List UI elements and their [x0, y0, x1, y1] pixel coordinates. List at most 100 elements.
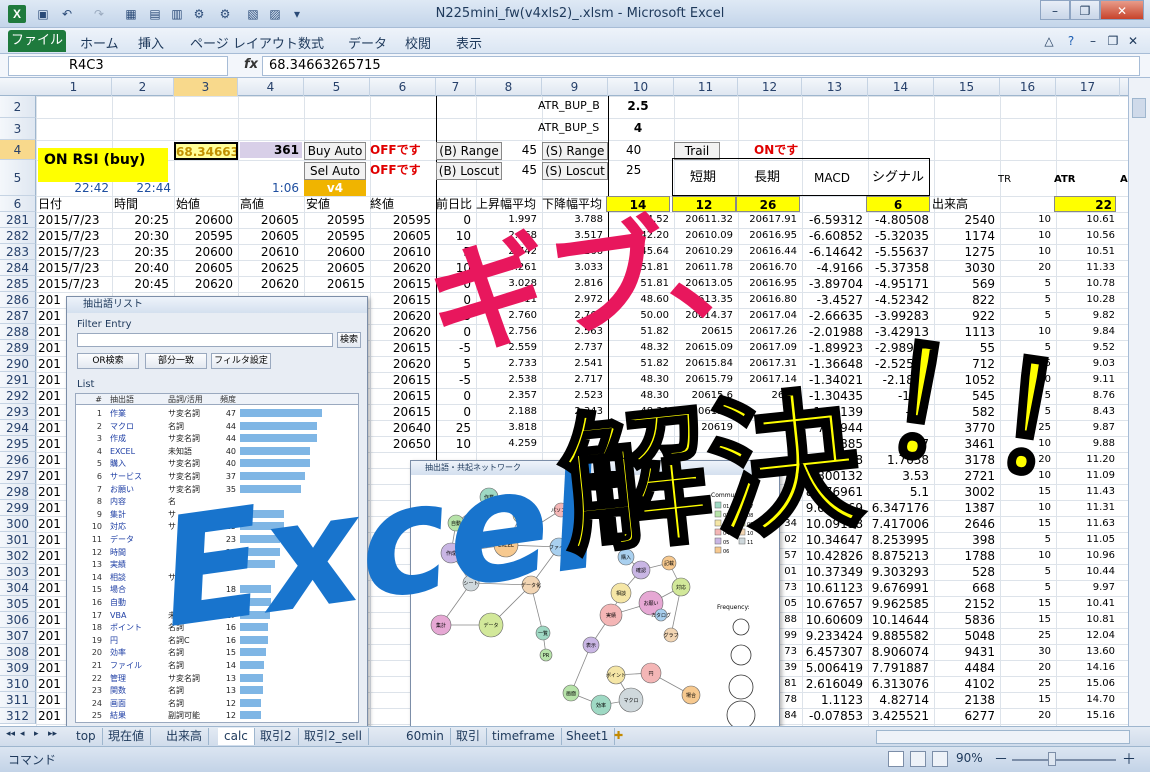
tab-home[interactable]: ホーム: [80, 33, 119, 52]
sheet-nav-icon[interactable]: ▸: [34, 729, 39, 739]
cell-sig[interactable]: -4.80508: [870, 212, 932, 228]
book-close-icon[interactable]: ✕: [1124, 32, 1142, 50]
zoom-in-button[interactable]: ＋: [1122, 749, 1136, 769]
sheet-tab[interactable]: 現在値: [102, 728, 152, 745]
close-button[interactable]: ✕: [1100, 0, 1144, 20]
cell-tr[interactable]: 15: [1002, 596, 1054, 612]
cell-macd[interactable]: -2.66635: [804, 308, 866, 324]
cell-sig[interactable]: 3.425521: [870, 708, 932, 724]
cell-tr[interactable]: 30: [1002, 644, 1054, 660]
cell-o[interactable]: 20620: [176, 276, 236, 292]
tab-file[interactable]: ファイル: [8, 30, 66, 52]
sheet-tab[interactable]: timeframe: [486, 728, 562, 745]
cell-c[interactable]: 20615: [372, 276, 434, 292]
zoom-level[interactable]: 90%: [956, 751, 983, 765]
cell-atr[interactable]: 14.70: [1058, 692, 1118, 708]
formula-input[interactable]: 68.34663265715: [262, 56, 1140, 76]
cell-r4c4[interactable]: 361: [240, 142, 302, 158]
list-item[interactable]: 1 作業 サ変名詞 47: [76, 408, 358, 419]
cell-h[interactable]: 20620: [240, 276, 302, 292]
b-loscut-value[interactable]: 45: [504, 162, 540, 178]
row-header[interactable]: 305: [0, 596, 36, 612]
cell-s[interactable]: 20615.09: [676, 340, 736, 356]
print-icon[interactable]: ▧: [244, 5, 262, 23]
column-header-8[interactable]: 8: [476, 78, 542, 96]
cell-l[interactable]: 20605: [306, 260, 368, 276]
cell-atr[interactable]: 9.97: [1058, 580, 1118, 596]
cell-atr[interactable]: 11.33: [1058, 260, 1118, 276]
cell-date[interactable]: 2015/7/23: [38, 276, 110, 292]
list-header-cell[interactable]: 抽出語: [110, 394, 134, 405]
cell-atr[interactable]: 11.63: [1058, 516, 1118, 532]
cell-vol[interactable]: 2646: [936, 516, 998, 532]
column-header-1[interactable]: 1: [36, 78, 112, 96]
cell-s[interactable]: 20615.84: [676, 356, 736, 372]
cell-rsi[interactable]: 48.30: [610, 372, 672, 388]
cell-sig[interactable]: 9.885582: [870, 628, 932, 644]
cell-macd[interactable]: -4.9166: [804, 260, 866, 276]
cell-atr[interactable]: 10.78: [1058, 276, 1118, 292]
cell-date[interactable]: 2015/7/23: [38, 260, 110, 276]
form-icon[interactable]: ▥: [168, 5, 186, 23]
macro-icon[interactable]: ⚙: [190, 5, 208, 23]
horizontal-scrollbar[interactable]: [876, 730, 1130, 744]
cell-tr[interactable]: 15: [1002, 516, 1054, 532]
row-header[interactable]: 302: [0, 548, 36, 564]
column-header-4[interactable]: 4: [238, 78, 304, 96]
row-header[interactable]: 299: [0, 500, 36, 516]
list-header-cell[interactable]: 頻度: [212, 394, 236, 405]
tab-insert[interactable]: 挿入: [138, 33, 164, 52]
list-item[interactable]: 2 マクロ 名詞 44: [76, 421, 358, 432]
sheet-tab[interactable]: Sheet1: [560, 728, 616, 745]
cell-c[interactable]: 20615: [372, 388, 434, 404]
row-header[interactable]: 296: [0, 452, 36, 468]
sheet-tab[interactable]: calc: [218, 728, 255, 745]
row-header[interactable]: 306: [0, 612, 36, 628]
cell-up[interactable]: 2.188: [478, 404, 540, 420]
cell-macd[interactable]: -6.14642: [804, 244, 866, 260]
cell-macd[interactable]: 9.233424: [804, 628, 866, 644]
cell-d[interactable]: 25: [438, 420, 474, 436]
cell-h[interactable]: 20605: [240, 212, 302, 228]
cell-atr[interactable]: 13.60: [1058, 644, 1118, 660]
row-header[interactable]: 282: [0, 228, 36, 244]
cell-atr[interactable]: 12.04: [1058, 628, 1118, 644]
tab-view[interactable]: 表示: [456, 33, 482, 52]
row-header[interactable]: 283: [0, 244, 36, 260]
cell-sig[interactable]: 7.791887: [870, 660, 932, 676]
cell-o[interactable]: 20600: [176, 212, 236, 228]
normal-view-icon[interactable]: [888, 751, 904, 767]
cell-vol[interactable]: 2152: [936, 596, 998, 612]
row-header[interactable]: 3: [0, 118, 36, 140]
insert-function-icon[interactable]: fx: [244, 57, 258, 72]
cell-c[interactable]: 20620: [372, 324, 434, 340]
ribbon-collapse-icon[interactable]: △: [1040, 32, 1058, 50]
row-header[interactable]: 287: [0, 308, 36, 324]
row-header[interactable]: 292: [0, 388, 36, 404]
cell-tr[interactable]: 20: [1002, 660, 1054, 676]
cell-time[interactable]: 20:25: [114, 212, 172, 228]
cell-c[interactable]: 20620: [372, 356, 434, 372]
cell-atr[interactable]: 10.56: [1058, 228, 1118, 244]
cell-c[interactable]: 20615: [372, 404, 434, 420]
cell-sig[interactable]: 4.82714: [870, 692, 932, 708]
cell-macd[interactable]: 6.457307: [804, 644, 866, 660]
column-header-12[interactable]: 12: [738, 78, 802, 96]
sheet-nav-icon[interactable]: ◂: [20, 729, 25, 739]
cell-atr[interactable]: 10.44: [1058, 564, 1118, 580]
column-header-7[interactable]: 7: [436, 78, 476, 96]
cell-l[interactable]: 20595: [306, 212, 368, 228]
cell-o[interactable]: 20595: [176, 228, 236, 244]
cell-up[interactable]: 2.538: [478, 372, 540, 388]
cell-sig[interactable]: -5.37358: [870, 260, 932, 276]
cell-up[interactable]: 3.818: [478, 420, 540, 436]
cell-dn[interactable]: 2.717: [544, 372, 606, 388]
or-search-button[interactable]: OR検索: [77, 353, 139, 369]
cell-atr[interactable]: 15.06: [1058, 676, 1118, 692]
row-header[interactable]: 303: [0, 564, 36, 580]
row-header[interactable]: 285: [0, 276, 36, 292]
cell-sig[interactable]: 8.906074: [870, 644, 932, 660]
cell-d[interactable]: 0: [438, 388, 474, 404]
cell-vol[interactable]: 5836: [936, 612, 998, 628]
row-header[interactable]: 2: [0, 96, 36, 118]
